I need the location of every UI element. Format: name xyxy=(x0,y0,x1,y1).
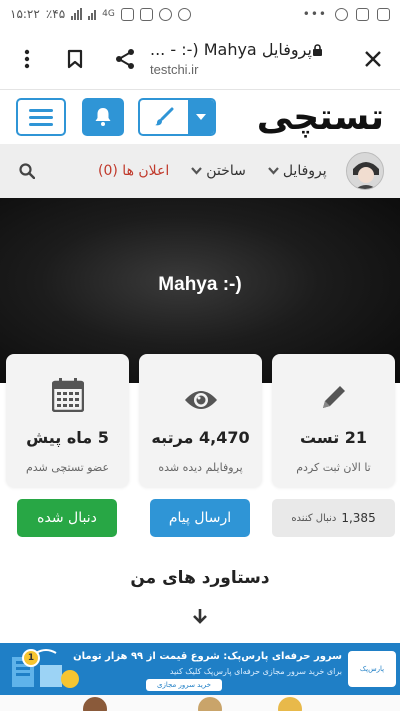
profile-name: Mahya :-) xyxy=(158,274,242,295)
user-avatar[interactable] xyxy=(346,152,384,190)
hamburger-menu-button[interactable] xyxy=(16,98,66,136)
address-area[interactable]: پروفایل Mahya (-: - ... testchi.ir xyxy=(140,40,358,77)
eye-icon xyxy=(184,391,217,409)
site-logo[interactable]: تستچی xyxy=(257,97,385,138)
status-time: ۱۵:۲۲ xyxy=(10,7,40,21)
ad-headline: سرور حرفه‌ای پارس‌پک: شروع قیمت از ۹۹ هز… xyxy=(73,651,342,662)
gallery-icon xyxy=(356,7,369,21)
pencil-icon xyxy=(322,386,345,408)
lock-icon xyxy=(312,44,322,56)
sim-icon xyxy=(139,7,153,21)
send-message-button[interactable]: ارسال پیام xyxy=(150,499,250,537)
paint-brush-icon xyxy=(155,107,174,126)
nav-build-menu[interactable]: ساختن xyxy=(191,163,246,179)
stat-label: تا الان ثبت کردم xyxy=(296,461,371,474)
page-url: testchi.ir xyxy=(150,62,199,77)
arrow-down-icon[interactable] xyxy=(190,608,210,626)
bookmark-icon[interactable] xyxy=(60,44,90,74)
mute-icon xyxy=(158,7,172,21)
site-header: تستچی xyxy=(0,90,400,144)
followers-count: 1,385 xyxy=(341,511,376,525)
followers-label: دنبال کننده xyxy=(291,512,337,524)
gallery-2-icon xyxy=(377,7,390,21)
signal-2-icon xyxy=(88,8,97,20)
stat-value: 4,470 مرتبه xyxy=(151,428,250,447)
ad-logo: پارس‌پک xyxy=(348,651,396,687)
ad-banner[interactable]: سرور حرفه‌ای پارس‌پک: شروع قیمت از ۹۹ هز… xyxy=(0,643,400,695)
status-left: ۱۵:۲۲ ٪۴۵ 4G xyxy=(10,7,191,21)
more-notifications-icon: ••• xyxy=(302,7,327,21)
profile-navbar: اعلان ها (0) ساختن پروفایل xyxy=(0,144,400,198)
stat-label: پروفایلم دیده شده xyxy=(158,461,243,474)
stat-card-views: 4,470 مرتبه پروفایلم دیده شده xyxy=(139,354,262,487)
stat-label: عضو تستچی شدم xyxy=(25,461,110,474)
ad-cta-button[interactable]: خرید سرور مجازی xyxy=(146,679,222,691)
whatsapp-icon xyxy=(335,7,348,21)
nav-profile-label: پروفایل xyxy=(282,163,327,179)
stat-value: 21 تست xyxy=(299,428,368,447)
chevron-down-icon xyxy=(191,167,203,175)
create-dropdown-button[interactable] xyxy=(138,98,216,136)
nav-build-label: ساختن xyxy=(206,163,246,179)
ad-badge: 1 xyxy=(22,649,40,667)
status-bar: ۱۵:۲۲ ٪۴۵ 4G ••• xyxy=(0,0,400,28)
nav-profile-menu[interactable]: پروفایل xyxy=(268,163,327,179)
battery-percent: ٪۴۵ xyxy=(45,7,66,21)
calendar-icon xyxy=(51,378,84,412)
stat-card-membership: 5 ماه پیش عضو تستچی شدم xyxy=(6,354,129,487)
battery-icon xyxy=(120,7,134,21)
status-right: ••• xyxy=(303,7,390,21)
caret-down-icon xyxy=(196,114,206,120)
alarm-icon xyxy=(177,7,191,21)
notifications-button[interactable] xyxy=(82,98,124,136)
nav-notifications-link[interactable]: اعلان ها (0) xyxy=(98,163,169,179)
stat-card-tests: 21 تست تا الان ثبت کردم xyxy=(272,354,395,487)
page-title-text: پروفایل Mahya (-: - ... xyxy=(150,40,312,59)
close-icon[interactable] xyxy=(358,44,388,74)
more-menu-icon[interactable] xyxy=(12,44,42,74)
followers-counter[interactable]: 1,385 دنبال کننده xyxy=(272,499,395,537)
share-icon[interactable] xyxy=(110,44,140,74)
page-title: پروفایل Mahya (-: - ... xyxy=(150,40,348,59)
stat-value: 5 ماه پیش xyxy=(26,428,109,447)
ad-subline: برای خرید سرور مجازی حرفه‌ای پارس‌پک کلی… xyxy=(169,667,342,676)
bell-icon xyxy=(95,108,111,126)
followed-button[interactable]: دنبال شده xyxy=(17,499,117,537)
chevron-down-icon xyxy=(268,167,279,175)
browser-toolbar: پروفایل Mahya (-: - ... testchi.ir xyxy=(0,28,400,90)
achievements-title: دستاورد های من xyxy=(130,568,270,588)
search-icon[interactable] xyxy=(16,160,38,182)
achievement-badges-strip xyxy=(0,695,400,715)
signal-icon xyxy=(71,8,83,20)
network-type: 4G xyxy=(102,9,115,19)
